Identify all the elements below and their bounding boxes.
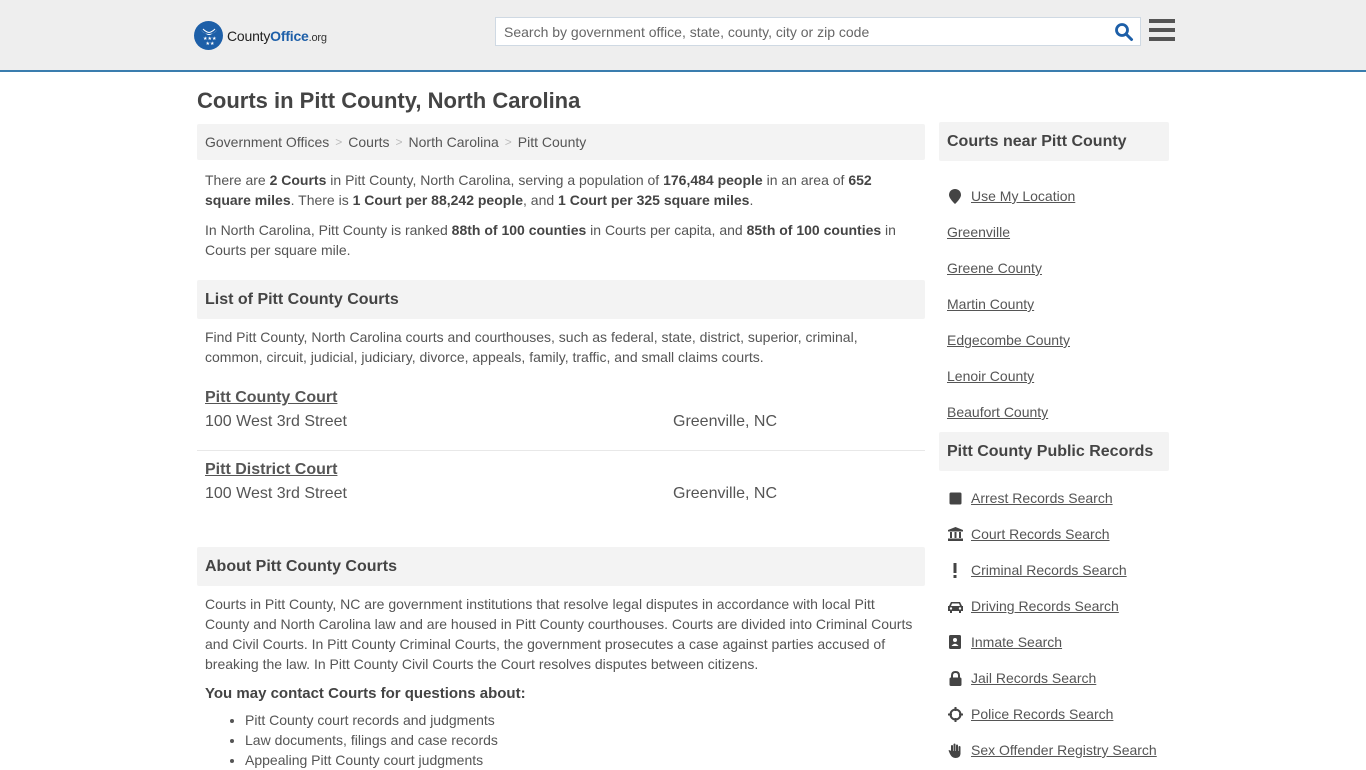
contact-heading: You may contact Courts for questions abo… xyxy=(205,685,526,702)
driving-records-link[interactable]: Driving Records Search xyxy=(971,598,1119,614)
text-segment: There are xyxy=(205,172,270,188)
court-list-item: Pitt District Court 100 West 3rd Street … xyxy=(197,451,925,503)
contact-topic-item: Appealing Pitt County court judgments xyxy=(245,750,925,770)
text-segment: . There is xyxy=(290,192,353,208)
court-city: Greenville, NC xyxy=(673,413,778,430)
nearby-link-item: Lenoir County xyxy=(939,358,1169,394)
record-link-item: Court Records Search xyxy=(939,516,1169,552)
court-name-link[interactable]: Pitt District Court xyxy=(205,461,337,479)
main-content: Government Offices > Courts > North Caro… xyxy=(197,124,925,770)
lock-icon xyxy=(947,670,963,686)
map-marker-icon xyxy=(947,188,963,204)
highlight-stat: 88th of 100 counties xyxy=(451,222,587,238)
breadcrumb-north-carolina[interactable]: North Carolina xyxy=(409,134,499,150)
record-link-item: Driving Records Search xyxy=(939,588,1169,624)
site-header: ★★★ ★★ CountyOffice.org xyxy=(0,0,1366,72)
record-link-item: Sex Offender Registry Search xyxy=(939,732,1169,768)
breadcrumb-separator-icon: > xyxy=(504,135,512,149)
highlight-stat: 2 Courts xyxy=(269,172,327,188)
summary-paragraph: There are 2 Courts in Pitt County, North… xyxy=(197,170,925,210)
about-paragraph: Courts in Pitt County, NC are government… xyxy=(205,596,913,672)
contact-topic-item: Pitt County court records and judgments xyxy=(245,710,925,730)
search-icon[interactable] xyxy=(1114,22,1134,42)
nearby-link-item: Greenville xyxy=(939,214,1169,250)
highlight-stat: 1 Court per 88,242 people xyxy=(352,192,524,208)
logo-text: CountyOffice.org xyxy=(227,27,327,44)
nearby-link-greene-county[interactable]: Greene County xyxy=(947,260,1042,276)
criminal-records-link[interactable]: Criminal Records Search xyxy=(971,562,1127,578)
ranking-paragraph: In North Carolina, Pitt County is ranked… xyxy=(197,220,925,260)
public-records-list: Arrest Records Search Court Records Sear… xyxy=(939,480,1169,768)
search-input[interactable] xyxy=(496,18,1106,45)
highlight-stat: 176,484 people xyxy=(663,172,763,188)
court-address: 100 West 3rd Street xyxy=(205,485,347,502)
nearby-link-lenoir-county[interactable]: Lenoir County xyxy=(947,368,1034,384)
court-list-item: Pitt County Court 100 West 3rd Street Gr… xyxy=(197,386,925,451)
nearby-link-martin-county[interactable]: Martin County xyxy=(947,296,1034,312)
court-city: Greenville, NC xyxy=(673,485,778,502)
text-segment: . xyxy=(749,192,754,208)
court-records-link[interactable]: Court Records Search xyxy=(971,526,1110,542)
nearby-link-item: Beaufort County xyxy=(939,394,1169,430)
public-records-heading: Pitt County Public Records xyxy=(939,432,1169,471)
highlight-stat: 1 Court per 325 square miles xyxy=(558,192,750,208)
breadcrumb-pitt-county[interactable]: Pitt County xyxy=(518,134,586,150)
arrest-records-link[interactable]: Arrest Records Search xyxy=(971,490,1113,506)
inmate-search-link[interactable]: Inmate Search xyxy=(971,634,1062,650)
hamburger-menu-icon[interactable] xyxy=(1149,19,1175,43)
nearby-courts-list: Use My Location Greenville Greene County… xyxy=(939,178,1169,430)
square-icon xyxy=(947,490,963,506)
court-name-link[interactable]: Pitt County Court xyxy=(205,389,337,407)
page-title: Courts in Pitt County, North Carolina xyxy=(197,88,581,113)
list-section-heading: List of Pitt County Courts xyxy=(197,280,925,319)
nearby-link-greenville[interactable]: Greenville xyxy=(947,224,1010,240)
use-my-location-item: Use My Location xyxy=(939,178,1169,214)
site-logo[interactable]: ★★★ ★★ CountyOffice.org xyxy=(194,21,327,50)
id-badge-icon xyxy=(947,634,963,650)
courthouse-icon xyxy=(947,526,963,542)
text-segment: in Courts per capita, and xyxy=(586,222,747,238)
exclamation-icon xyxy=(947,562,963,578)
breadcrumb-government-offices[interactable]: Government Offices xyxy=(205,134,329,150)
record-link-item: Jail Records Search xyxy=(939,660,1169,696)
nearby-courts-heading: Courts near Pitt County xyxy=(939,122,1169,161)
contact-topics-list: Pitt County court records and judgments … xyxy=(197,710,925,770)
text-segment: in Pitt County, North Carolina, serving … xyxy=(326,172,664,188)
record-link-item: Inmate Search xyxy=(939,624,1169,660)
highlight-stat: 85th of 100 counties xyxy=(746,222,882,238)
nearby-link-item: Greene County xyxy=(939,250,1169,286)
nearby-link-edgecombe-county[interactable]: Edgecombe County xyxy=(947,332,1070,348)
jail-records-link[interactable]: Jail Records Search xyxy=(971,670,1096,686)
hand-icon xyxy=(947,742,963,758)
record-link-item: Police Records Search xyxy=(939,696,1169,732)
nearby-link-item: Martin County xyxy=(939,286,1169,322)
crosshairs-icon xyxy=(947,706,963,722)
breadcrumb-separator-icon: > xyxy=(395,135,403,149)
about-section-heading: About Pitt County Courts xyxy=(197,547,925,586)
nearby-link-beaufort-county[interactable]: Beaufort County xyxy=(947,404,1048,420)
car-icon xyxy=(947,598,963,614)
breadcrumb: Government Offices > Courts > North Caro… xyxy=(197,124,925,160)
contact-topic-item: Law documents, filings and case records xyxy=(245,730,925,750)
record-link-item: Criminal Records Search xyxy=(939,552,1169,588)
breadcrumb-courts[interactable]: Courts xyxy=(348,134,389,150)
sidebar: Courts near Pitt County Use My Location … xyxy=(939,122,1169,768)
list-description: Find Pitt County, North Carolina courts … xyxy=(205,329,858,365)
nearby-link-item: Edgecombe County xyxy=(939,322,1169,358)
search-box xyxy=(495,17,1141,46)
text-segment: in an area of xyxy=(762,172,849,188)
eagle-stars-logo-icon: ★★★ ★★ xyxy=(194,21,223,50)
use-my-location-link[interactable]: Use My Location xyxy=(971,188,1075,204)
sex-offender-registry-link[interactable]: Sex Offender Registry Search xyxy=(971,742,1157,758)
court-address: 100 West 3rd Street xyxy=(205,413,347,430)
text-segment: In North Carolina, Pitt County is ranked xyxy=(205,222,452,238)
breadcrumb-separator-icon: > xyxy=(335,135,343,149)
police-records-link[interactable]: Police Records Search xyxy=(971,706,1113,722)
text-segment: , and xyxy=(523,192,559,208)
svg-text:★★: ★★ xyxy=(205,41,214,47)
record-link-item: Arrest Records Search xyxy=(939,480,1169,516)
